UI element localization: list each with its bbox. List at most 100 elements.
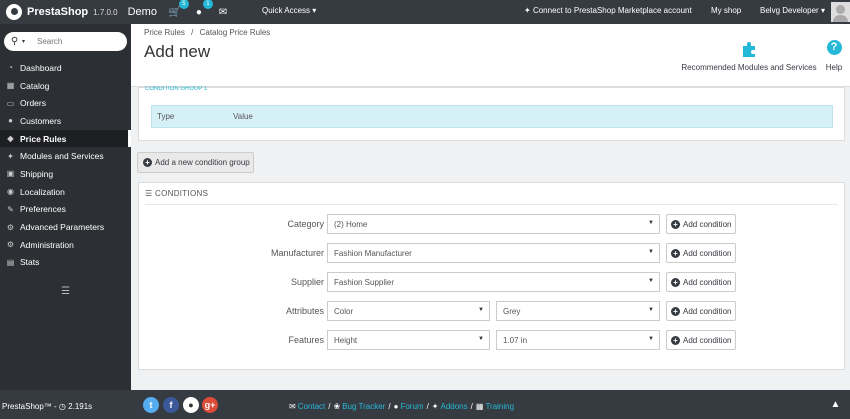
arrow-up-icon: ▲ [830,399,841,410]
google-plus-icon[interactable]: g+ [202,397,218,413]
footer-brand-label: PrestaShop™ - [2,402,59,411]
clock-icon: ◷ [58,402,66,411]
bug-tracker-link[interactable]: Bug Tracker [342,402,385,411]
breadcrumb-catalog-price-rules[interactable]: Catalog Price Rules [200,28,271,37]
sidebar-collapse-handle[interactable]: ☰ [61,286,70,297]
marketplace-connect-link[interactable]: ✦ Connect to PrestaShop Marketplace acco… [524,6,692,15]
add-condition-button[interactable]: + Add condition [666,301,736,321]
category-value: (2) Home [334,219,368,229]
dashboard-icon: ◔ [8,63,13,73]
supplier-label: Supplier [290,277,324,287]
sidebar-item-advanced-parameters[interactable]: ⚙ Advanced Parameters [0,218,131,236]
recommended-modules-label: Recommended Modules and Services [681,63,817,72]
features-row: Features Height ▼ 1.07 in ▼ + Add condition [139,330,846,351]
sidebar-item-label: Price Rules [20,133,67,144]
plus-circle-icon: + [143,158,152,167]
facebook-icon[interactable]: f [163,397,179,413]
sidebar-item-orders[interactable]: ▭ Orders [0,94,131,112]
shop-name[interactable]: Demo [128,6,157,18]
manufacturer-value: Fashion Manufacturer [334,248,412,258]
category-row: Category (2) Home ▼ + Add condition [139,214,846,235]
chevron-down-icon: ▾ [820,6,825,15]
feature-value: 1.07 in [503,335,528,345]
manufacturer-select[interactable]: Fashion Manufacturer ▼ [327,243,660,263]
search-box[interactable]: ⚲ ▾ [4,32,127,51]
breadcrumb-price-rules[interactable]: Price Rules [144,28,185,37]
sidebar-item-modules[interactable]: ✦ Modules and Services [0,147,131,165]
sidebar-item-preferences[interactable]: ✎ Preferences [0,201,131,219]
feature-group-select[interactable]: Height ▼ [327,330,490,350]
condition-group-panel: CONDITION GROUP 1 Type Value [138,86,845,141]
price-rules-icon: ◆ [7,134,14,144]
sidebar-item-price-rules[interactable]: ◆ Price Rules [0,129,131,148]
supplier-select[interactable]: Fashion Supplier ▼ [327,272,660,292]
avatar[interactable] [831,2,850,22]
add-condition-button[interactable]: + Add condition [666,214,736,234]
separator: / [470,402,473,411]
twitter-icon[interactable]: t [143,397,159,413]
customer-badge: 1 [202,0,213,9]
add-condition-label: Add condition [683,219,732,229]
quick-access-dropdown[interactable]: Quick Access ▾ [262,6,316,15]
footer: PrestaShop™ - ◷ 2.191s t f ● g+ ✉ Contact… [0,390,850,419]
recommended-modules-button[interactable]: Recommended Modules and Services [681,40,817,72]
employee-dropdown[interactable]: Belvg Developer ▾ [760,6,825,15]
puzzle-icon: ✦ [431,402,439,411]
help-button[interactable]: ? Help [821,40,847,72]
customer-icon[interactable]: ● 1 [193,0,213,18]
search-icon[interactable]: ⚲ [8,35,21,48]
prestashop-logo-icon [6,4,22,20]
employee-name: Belvg Developer [760,6,819,15]
modules-icon: ✦ [7,151,14,161]
chevron-down-icon: ▼ [648,336,654,342]
page-title: Add new [144,42,211,61]
sidebar-item-stats[interactable]: ▤ Stats [0,254,131,272]
add-condition-button[interactable]: + Add condition [666,243,736,263]
attribute-value-select[interactable]: Grey ▼ [496,301,660,321]
feature-value-select[interactable]: 1.07 in ▼ [496,330,660,350]
condition-group-title: CONDITION GROUP 1 [145,86,208,92]
sidebar-item-administration[interactable]: ⚙ Administration [0,236,131,254]
addons-link[interactable]: Addons [441,402,468,411]
plus-circle-icon: + [671,248,680,258]
sidebar-item-dashboard[interactable]: ◔ Dashboard [0,59,131,77]
attributes-label: Attributes [285,306,324,316]
sidebar-item-customers[interactable]: ● Customers [0,112,131,130]
github-icon[interactable]: ● [183,397,199,413]
forum-link[interactable]: Forum [400,402,423,411]
add-condition-button[interactable]: + Add condition [666,330,736,350]
sidebar-item-shipping[interactable]: ▣ Shipping [0,165,131,183]
attributes-row: Attributes Color ▼ Grey ▼ + Add condition [139,301,846,322]
cart-icon[interactable]: 🛒 5 [169,0,189,18]
sidebar-item-label: Catalog [20,80,50,91]
add-condition-group-button[interactable]: + Add a new condition group [137,152,254,173]
separator: / [426,402,429,411]
conditions-panel: ☰ CONDITIONS Category (2) Home ▼ + Add con… [138,182,845,370]
column-value: Value [233,112,253,121]
sidebar-item-label: Administration [20,239,74,250]
breadcrumb-separator: / [191,28,194,37]
attribute-group-select[interactable]: Color ▼ [327,301,490,321]
sidebar-item-localization[interactable]: ◉ Localization [0,183,131,201]
breadcrumb: Price Rules / Catalog Price Rules [144,28,270,37]
plus-circle-icon: + [671,219,680,229]
attribute-value: Grey [503,306,521,316]
search-input[interactable] [37,37,118,46]
contact-link[interactable]: Contact [298,402,326,411]
scroll-top-button[interactable]: ▲ [821,390,850,419]
category-select[interactable]: (2) Home ▼ [327,214,660,234]
logo[interactable]: PrestaShop 1.7.0.0 [0,0,118,24]
chevron-down-icon: ▼ [648,307,654,313]
sidebar-item-catalog[interactable]: ▦ Catalog [0,77,131,95]
training-link[interactable]: Training [485,402,514,411]
column-type: Type [157,112,175,121]
messages-icon[interactable]: ✉ [217,6,229,18]
sidebar-item-label: Orders [20,98,46,109]
page-header: Price Rules / Catalog Price Rules Add ne… [131,24,850,87]
cart-badge: 5 [178,0,189,9]
my-shop-link[interactable]: My shop [711,6,741,15]
load-time: 2.191s [68,402,93,411]
chevron-down-icon[interactable]: ▾ [22,38,25,45]
add-condition-button[interactable]: + Add condition [666,272,736,292]
manufacturer-row: Manufacturer Fashion Manufacturer ▼ + Add … [139,243,846,264]
